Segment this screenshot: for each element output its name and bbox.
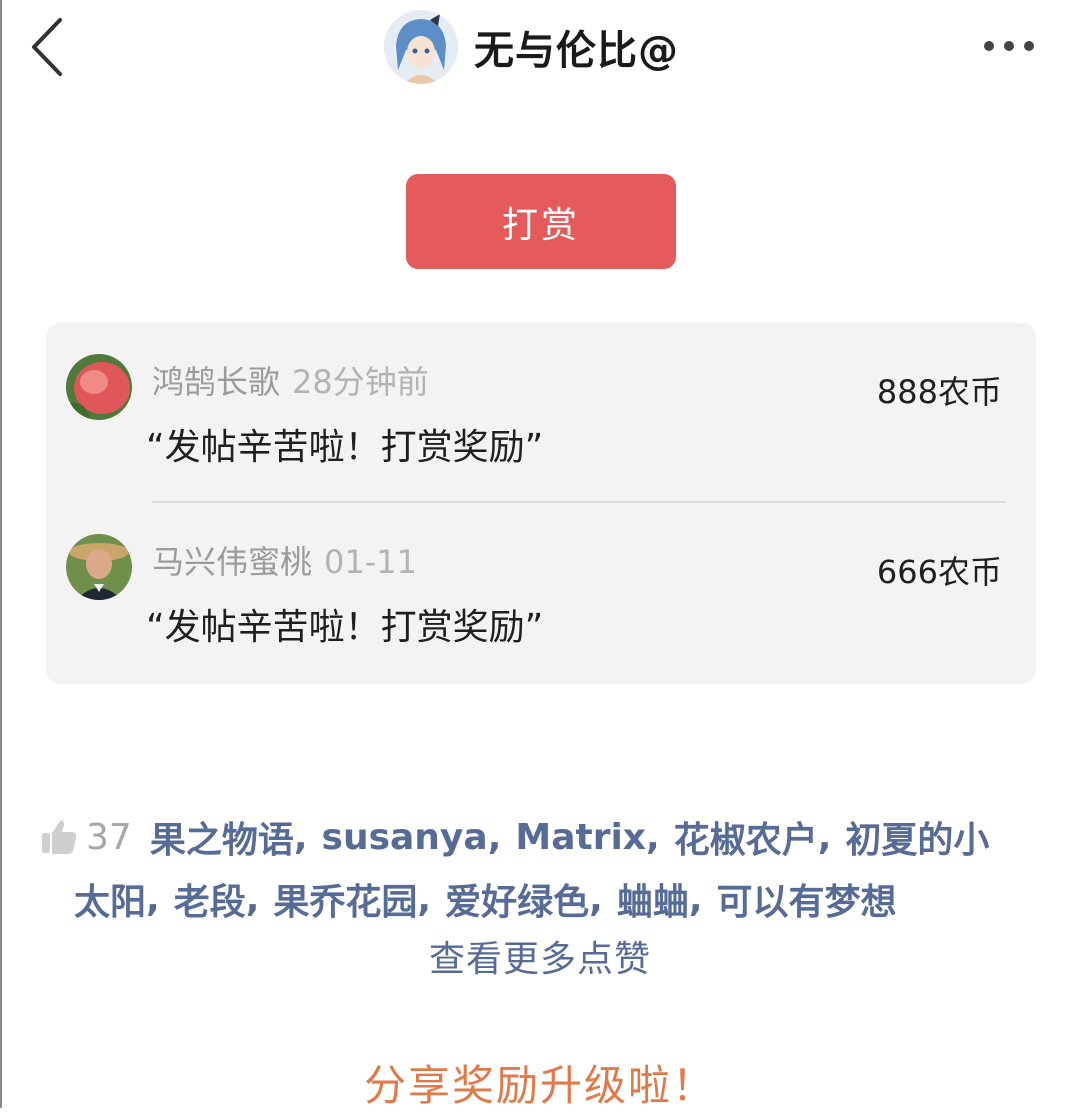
reward-amount: 888农币 <box>876 373 1002 411</box>
reward-user-name[interactable]: 鸿鹄长歌 <box>152 363 280 401</box>
share-reward-banner[interactable]: 分享奖励升级啦！ <box>0 1052 1080 1113</box>
liker-name[interactable]: 蛐蛐 <box>617 873 689 925</box>
back-button[interactable] <box>22 14 72 80</box>
chevron-left-icon <box>32 18 62 76</box>
liker-name[interactable]: susanya <box>322 817 488 858</box>
likes-line-1: 37 果之物语, susanya, Matrix, 花椒农户, 初夏的小 <box>40 806 1050 868</box>
liker-name[interactable]: 初夏的小 <box>845 811 989 863</box>
top-bar: 无与伦比@ <box>0 0 1080 95</box>
reward-avatar[interactable] <box>66 354 132 420</box>
likes-count: 37 <box>86 816 132 858</box>
liker-name[interactable]: 花椒农户 <box>674 811 818 863</box>
thumbs-up-icon <box>42 820 77 854</box>
reward-meta: 马兴伟蜜桃 01-11 <box>152 537 417 583</box>
reward-time: 01-11 <box>324 543 417 581</box>
reward-list: 鸿鹄长歌 28分钟前 “发帖辛苦啦！打赏奖励” 888农币 马兴伟蜜桃 01-11 … <box>46 323 1036 684</box>
liker-name[interactable]: 爱好绿色 <box>445 873 589 925</box>
reward-message: “发帖辛苦啦！打赏奖励” <box>146 427 544 468</box>
reward-avatar[interactable] <box>66 534 132 600</box>
author-avatar[interactable] <box>384 10 458 84</box>
liker-name[interactable]: 果之物语 <box>150 811 294 863</box>
reward-amount: 666农币 <box>876 553 1002 591</box>
reward-item[interactable]: 鸿鹄长歌 28分钟前 “发帖辛苦啦！打赏奖励” 888农币 <box>46 323 1036 483</box>
likes-line-2: 太阳, 老段, 果乔花园, 爱好绿色, 蛐蛐, 可以有梦想 <box>40 868 1050 930</box>
liker-name[interactable]: 果乔花园 <box>273 873 417 925</box>
author-name[interactable]: 无与伦比@ <box>474 18 679 76</box>
reward-meta: 鸿鹄长歌 28分钟前 <box>152 357 429 403</box>
likes-section: 37 果之物语, susanya, Matrix, 花椒农户, 初夏的小 太阳,… <box>40 806 1050 930</box>
author-info[interactable]: 无与伦比@ <box>384 10 679 84</box>
reward-button[interactable]: 打赏 <box>406 174 676 269</box>
reward-item[interactable]: 马兴伟蜜桃 01-11 “发帖辛苦啦！打赏奖励” 666农币 <box>46 503 1036 663</box>
liker-name[interactable]: 老段 <box>174 873 246 925</box>
reward-user-name[interactable]: 马兴伟蜜桃 <box>152 543 312 581</box>
reward-time: 28分钟前 <box>292 363 429 401</box>
liker-name[interactable]: Matrix <box>515 817 646 858</box>
view-more-likes-link[interactable]: 查看更多点赞 <box>0 930 1080 982</box>
avatar-image <box>384 10 458 84</box>
liker-name[interactable]: 可以有梦想 <box>717 873 897 925</box>
more-button[interactable] <box>976 28 1042 64</box>
liker-name[interactable]: 太阳 <box>74 873 146 925</box>
reward-message: “发帖辛苦啦！打赏奖励” <box>146 607 544 648</box>
peach-avatar-image <box>66 354 132 420</box>
person-avatar-image <box>66 534 132 600</box>
more-horizontal-icon <box>984 41 1034 51</box>
